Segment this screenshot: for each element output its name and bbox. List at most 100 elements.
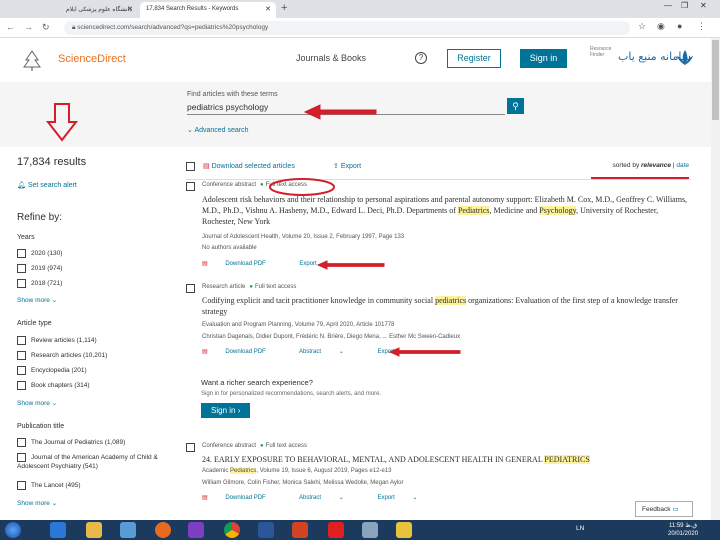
app-icon[interactable] [362, 522, 378, 538]
new-tab-button[interactable]: + [281, 2, 287, 14]
checkbox[interactable] [17, 366, 26, 375]
browser-tab-university[interactable]: دانشگاه علوم پزشکی ایلام ✕ [4, 2, 138, 18]
filter-item[interactable]: 2018 (721) [17, 279, 62, 288]
url-field[interactable]: 🔒︎ sciencedirect.com/search/advanced?qs=… [64, 21, 630, 35]
export-link[interactable]: Export ⌄ [377, 495, 433, 501]
maximize-button[interactable]: ❐ [681, 1, 688, 10]
filter-item[interactable]: Journal of the American Academy of Child… [17, 453, 177, 471]
page-scrollbar[interactable] [711, 38, 720, 520]
result-checkbox[interactable] [186, 443, 195, 452]
register-button[interactable]: Register [447, 49, 501, 68]
reload-icon[interactable]: ↻ [42, 22, 50, 33]
checkbox[interactable] [17, 279, 26, 288]
checkbox[interactable] [17, 351, 26, 360]
result-checkbox[interactable] [186, 182, 195, 191]
result-title-link[interactable]: Adolescent risk behaviors and their rela… [202, 194, 692, 227]
institution-label: Resource Finder [590, 46, 612, 58]
filter-item[interactable]: 2019 (974) [17, 264, 62, 273]
access-label: Full text access [265, 182, 308, 188]
journals-books-link[interactable]: Journals & Books [296, 53, 366, 63]
close-tab-icon[interactable]: ✕ [265, 5, 271, 13]
result-checkbox[interactable] [186, 284, 195, 293]
internet-explorer-icon[interactable] [50, 522, 66, 538]
scrollbar-thumb[interactable] [712, 40, 719, 120]
checkbox[interactable] [17, 249, 26, 258]
filter-item[interactable]: 2020 (130) [17, 249, 62, 258]
result-title-link[interactable]: Codifying explicit and tacit practitione… [202, 295, 692, 317]
file-explorer-icon[interactable] [86, 522, 102, 538]
browser-tab-search-results[interactable]: 17,834 Search Results - Keywords ✕ [140, 2, 276, 18]
search-label: Find articles with these terms [187, 91, 278, 98]
abstract-link[interactable]: Abstract ⌄ [299, 349, 360, 355]
feedback-button[interactable]: Feedback ▭ [635, 501, 693, 517]
filter-item[interactable]: The Journal of Pediatrics (1,089) [17, 438, 125, 447]
powerpoint-icon[interactable] [292, 522, 308, 538]
download-pdf-link[interactable]: ▤ Download PDF [202, 495, 282, 501]
checkbox[interactable] [17, 381, 26, 390]
checkbox[interactable] [17, 438, 26, 447]
publication-show-more[interactable]: Show more ⌄ [17, 499, 57, 507]
forward-icon[interactable]: → [24, 22, 33, 32]
export-link[interactable]: ⇪ Export [333, 162, 361, 170]
filter-item[interactable]: Review articles (1,114) [17, 336, 97, 345]
checkbox[interactable] [17, 453, 26, 462]
prompt-description: Sign in for personalized recommendations… [201, 391, 382, 397]
word-icon[interactable] [258, 522, 274, 538]
filter-item[interactable]: Research articles (10,201) [17, 351, 107, 360]
profile-icon[interactable]: ● [677, 21, 682, 31]
filter-item[interactable]: Book chapters (314) [17, 381, 90, 390]
system-clock[interactable]: 11:59 ق.ظ 20/01/2020 [668, 522, 698, 538]
search-icon: ⚲ [512, 101, 519, 111]
download-pdf-link[interactable]: ▤ Download PDF [202, 349, 282, 355]
export-icon: ⇪ [333, 163, 341, 170]
set-search-alert-link[interactable]: 🔔︎ Set search alert [17, 181, 77, 189]
filter-item[interactable]: Encyclopedia (201) [17, 366, 87, 375]
visual-studio-icon[interactable] [188, 522, 204, 538]
chrome-icon[interactable] [224, 522, 240, 538]
media-player-icon[interactable] [120, 522, 136, 538]
checkbox[interactable] [17, 481, 26, 490]
help-icon[interactable]: ? [415, 52, 427, 64]
title-highlight: Pediatrics [457, 206, 490, 215]
export-link[interactable]: Export ⌄ [299, 261, 355, 267]
article-type-show-more[interactable]: Show more ⌄ [17, 399, 57, 407]
filter-item[interactable]: The Lancet (495) [17, 481, 81, 490]
close-tab-icon[interactable]: ✕ [127, 5, 133, 13]
folder-icon[interactable] [396, 522, 412, 538]
menu-icon[interactable]: ⋮ [697, 21, 706, 32]
download-selected-link[interactable]: ▤ Download selected articles [203, 162, 295, 170]
minimize-button[interactable]: — [664, 1, 672, 10]
close-window-button[interactable]: ✕ [700, 1, 707, 10]
pdf-icon: ▤ [202, 495, 210, 501]
search-panel: Find articles with these terms pediatric… [0, 82, 720, 147]
abstract-link[interactable]: Abstract ⌄ [299, 495, 360, 501]
acrobat-icon[interactable] [328, 522, 344, 538]
language-indicator[interactable]: LN [576, 525, 584, 532]
windows-taskbar: LN 11:59 ق.ظ 20/01/2020 [0, 520, 720, 540]
search-input[interactable]: pediatrics psychology [187, 100, 505, 115]
star-icon[interactable]: ☆ [638, 21, 646, 32]
elsevier-logo[interactable] [17, 48, 47, 72]
prompt-sign-in-button[interactable]: Sign in › [201, 403, 251, 418]
institution-logo[interactable]: Resource Finder سامانه منبع یاب [590, 46, 694, 72]
search-button[interactable]: ⚲ [507, 98, 524, 114]
firefox-icon[interactable] [155, 522, 171, 538]
result-title-link[interactable]: 24. EARLY EXPOSURE TO BEHAVIORAL, MENTAL… [202, 454, 692, 465]
extension-icon[interactable]: ◉ [657, 21, 665, 32]
sort-relevance[interactable]: relevance [641, 162, 671, 169]
sciencedirect-brand[interactable]: ScienceDirect [58, 53, 126, 65]
clock-time: 11:59 ق.ظ [668, 523, 698, 529]
back-icon[interactable]: ← [6, 22, 15, 32]
export-label: Export [340, 163, 362, 170]
start-button-icon[interactable] [5, 522, 21, 538]
sign-in-button[interactable]: Sign in [520, 49, 567, 68]
years-show-more[interactable]: Show more ⌄ [17, 296, 57, 304]
checkbox[interactable] [17, 336, 26, 345]
sort-date[interactable]: date [676, 162, 689, 169]
checkbox[interactable] [17, 264, 26, 273]
select-all-checkbox[interactable] [186, 162, 195, 171]
export-link[interactable]: Export ⌄ [377, 349, 433, 355]
open-access-dot-icon: ● [249, 284, 253, 290]
advanced-search-link[interactable]: ⌄ Advanced search [187, 126, 249, 134]
download-pdf-link[interactable]: ▤ Download PDF [202, 261, 282, 267]
